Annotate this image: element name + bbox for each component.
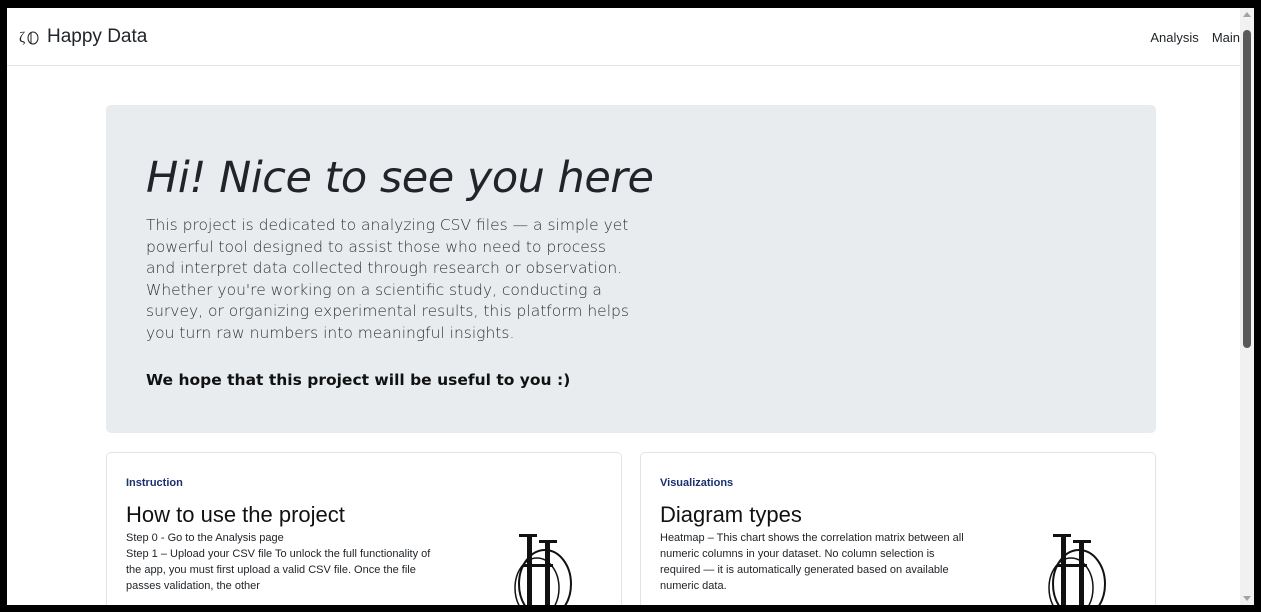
instruction-card: Instruction How to use the project Step … (106, 452, 622, 605)
card-eyebrow: Visualizations (660, 477, 734, 489)
hero-jumbotron: Hi! Nice to see you here This project is… (106, 105, 1156, 433)
hero-closing: We hope that this project will be useful… (146, 371, 571, 389)
card-line: Step 0 - Go to the Analysis page (126, 532, 284, 544)
brand[interactable]: ζ Happy Data (19, 26, 147, 48)
scroll-up-arrow-icon[interactable] (1243, 12, 1251, 17)
card-title: How to use the project (126, 502, 345, 527)
card-title: Diagram types (660, 502, 802, 527)
scroll-thumb[interactable] (1243, 30, 1251, 348)
top-navbar: ζ Happy Data Analysis Main (7, 8, 1240, 66)
card-body: Heatmap – This chart shows the correlati… (660, 530, 970, 594)
nav-link-main[interactable]: Main (1212, 30, 1240, 45)
card-line: Step 1 – Upload your CSV file To unlock … (126, 548, 431, 592)
hero-lead: This project is dedicated to analyzing C… (146, 216, 629, 342)
happy-data-emblem-icon (1048, 534, 1106, 605)
happy-data-emblem-icon (514, 534, 572, 605)
page-scrollbar[interactable] (1240, 8, 1254, 605)
svg-text:ζ: ζ (19, 30, 25, 46)
nav-link-analysis[interactable]: Analysis (1150, 30, 1198, 45)
brand-name: Happy Data (47, 25, 148, 47)
nav-links: Analysis Main (1137, 8, 1240, 66)
scroll-down-arrow-icon[interactable] (1243, 596, 1251, 601)
browser-viewport: ζ Happy Data Analysis Main Hi! Nice to s… (0, 0, 1261, 612)
card-body: Step 0 - Go to the Analysis page Step 1 … (126, 530, 436, 594)
visualizations-card: Visualizations Diagram types Heatmap – T… (640, 452, 1156, 605)
card-eyebrow: Instruction (126, 477, 183, 489)
hero-title: Hi! Nice to see you here (146, 153, 654, 203)
happy-data-logo-icon: ζ (19, 30, 39, 46)
card-line: Heatmap – This chart shows the correlati… (660, 532, 964, 592)
